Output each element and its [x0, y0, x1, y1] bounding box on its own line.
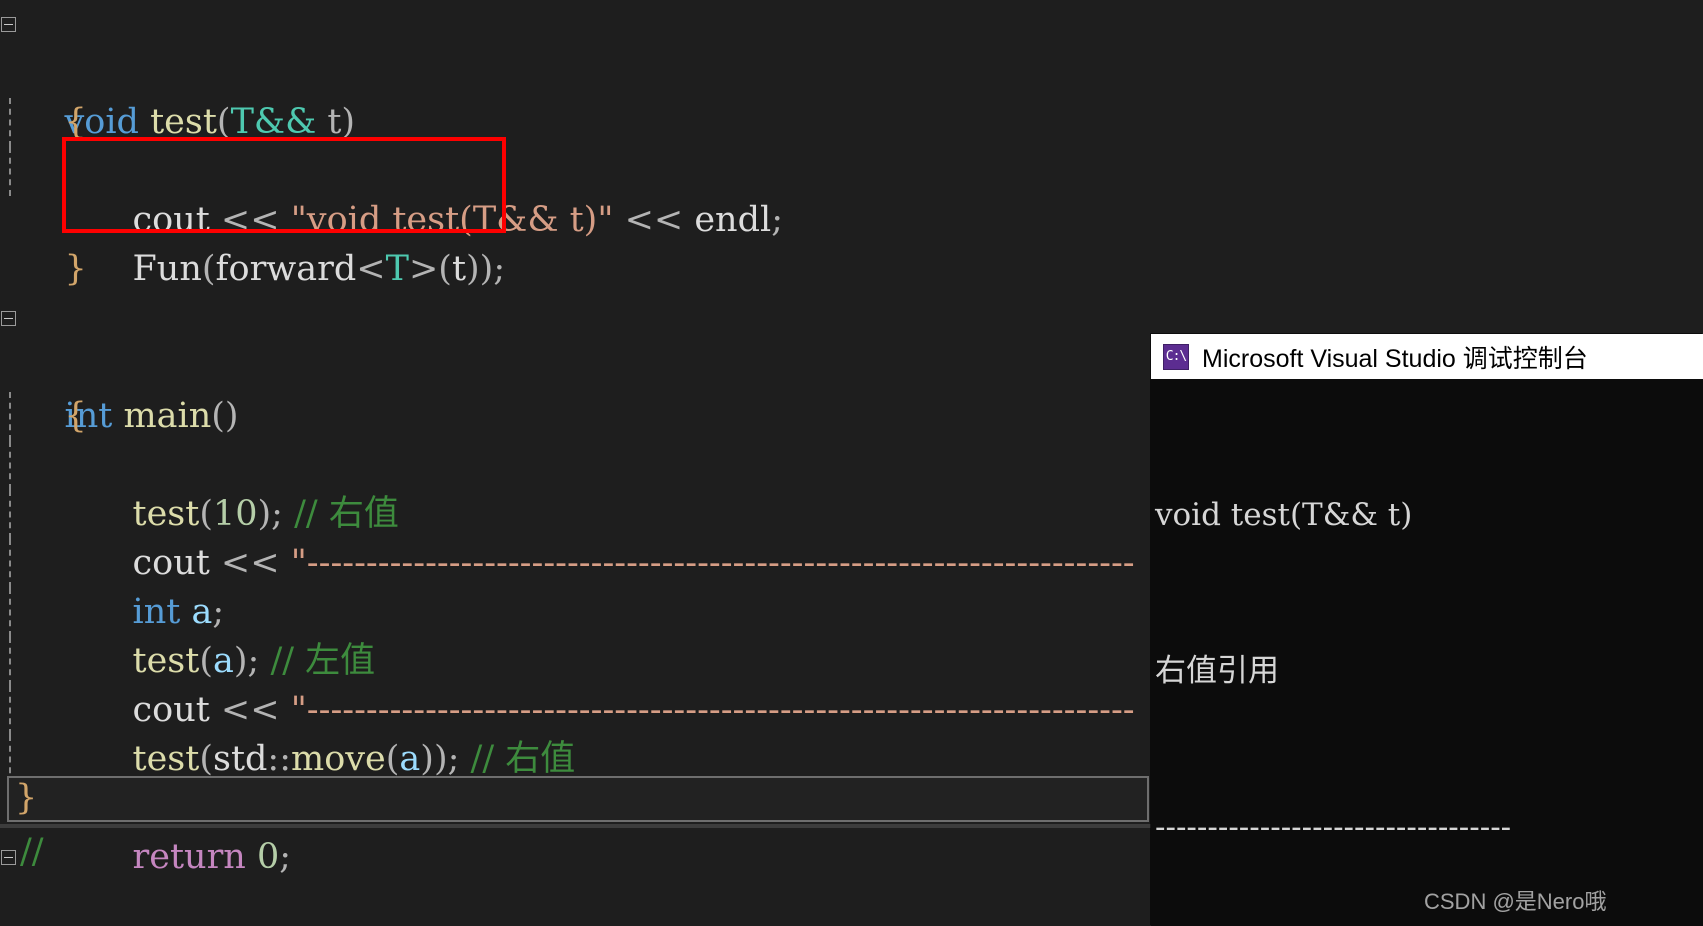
indent-guide — [9, 392, 11, 441]
token-comment: // — [20, 832, 44, 872]
console-title-bar[interactable]: C:\ Microsoft Visual Studio 调试控制台 — [1151, 334, 1703, 379]
code-line: cout << "-------------------------------… — [0, 686, 1151, 828]
indent-guide — [9, 588, 11, 637]
indent-guide — [9, 637, 11, 686]
indent-guide — [9, 147, 11, 196]
code-line: cout << "-------------------------------… — [0, 588, 1151, 730]
code-line: test(10); // 右值 — [0, 392, 1151, 534]
code-line: test(std::move(a)); // 右值 — [0, 637, 1151, 779]
current-statement-highlight: } — [7, 776, 1149, 822]
code-editor[interactable]: void test(T&& t) { cout << "void test(T&… — [0, 0, 1151, 926]
indent-guide — [9, 686, 11, 735]
console-separator: ---------------------------------- — [1155, 809, 1512, 845]
fold-toggle-icon[interactable] — [1, 850, 16, 865]
code-line: int a; — [0, 490, 1151, 632]
closing-brace-text: } — [15, 778, 38, 818]
indent-guide — [9, 539, 11, 588]
indent-guide — [9, 441, 11, 490]
indent-guide — [9, 98, 11, 147]
fold-toggle-icon[interactable] — [1, 17, 16, 32]
console-app-icon: C:\ — [1163, 343, 1189, 370]
console-output: void test(T&& t) 右值引用 ------------------… — [1151, 379, 1703, 926]
code-line: { — [0, 49, 1151, 142]
console-line: 右值引用 — [1155, 653, 1279, 689]
code-line: void test(T&& t) — [0, 0, 1151, 142]
editor-splitter[interactable] — [0, 824, 1151, 828]
code-line: // — [0, 824, 1151, 874]
fold-toggle-icon[interactable] — [1, 311, 16, 326]
code-line: cout << "-------------------------------… — [0, 441, 1151, 583]
indent-guide — [9, 490, 11, 539]
code-line: } — [0, 196, 1151, 289]
console-line: void test(T&& t) — [1155, 497, 1413, 533]
code-line: int main() — [0, 294, 1151, 436]
code-line: test(a); // 左值 — [0, 539, 1151, 681]
debug-console-window[interactable]: C:\ Microsoft Visual Studio 调试控制台 void t… — [1151, 334, 1703, 926]
console-title-text: Microsoft Visual Studio 调试控制台 — [1202, 344, 1588, 373]
code-line: Fun(forward<T>(t)); — [0, 147, 1151, 289]
code-line: { — [0, 343, 1151, 436]
code-line: cout << "void test(T&& t)" << endl; — [0, 98, 1151, 240]
